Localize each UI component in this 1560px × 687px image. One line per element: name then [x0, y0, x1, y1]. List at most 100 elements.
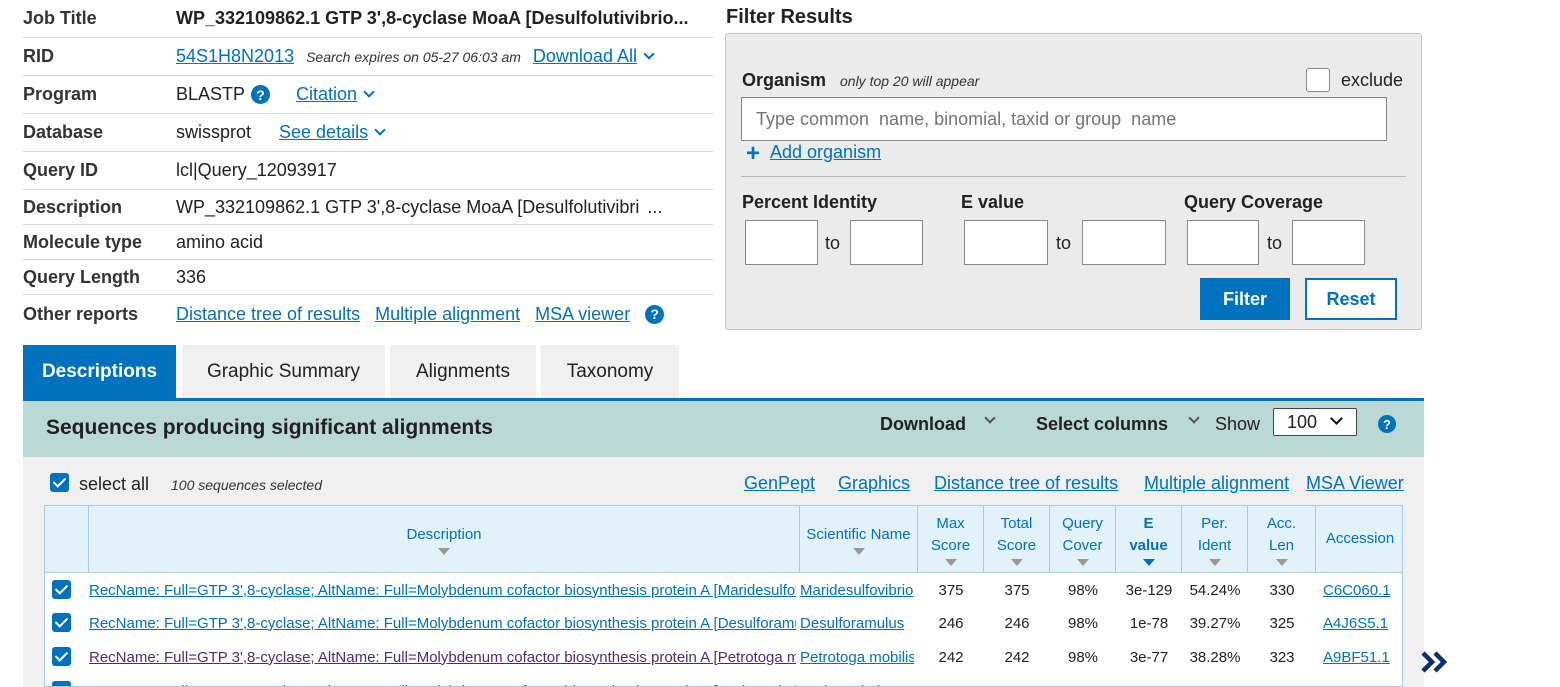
- row-accession-link[interactable]: C6C060.1: [1323, 573, 1402, 607]
- header-max-score-label: Score: [930, 536, 971, 554]
- genpept-link[interactable]: GenPept: [744, 473, 815, 494]
- to-label: to: [1056, 233, 1072, 253]
- row-scientific-name-link[interactable]: Petrotoga mobilis: [800, 640, 914, 674]
- double-chevron-right-icon[interactable]: [1420, 650, 1452, 674]
- add-organism-link[interactable]: Add organism: [770, 142, 881, 163]
- description-more[interactable]: ...: [647, 197, 662, 218]
- header-description[interactable]: Description: [89, 506, 800, 572]
- row-checkbox[interactable]: [52, 580, 71, 599]
- chevron-down-icon[interactable]: [1188, 412, 1200, 424]
- row-description-link[interactable]: RecName: Full=GTP 3',8-cyclase; AltName:…: [89, 674, 796, 687]
- header-acc-len-label: Len: [1268, 536, 1295, 554]
- row-e-value: 7e-76: [1116, 674, 1182, 687]
- query-coverage-to-input[interactable]: [1292, 220, 1365, 265]
- chevron-down-icon[interactable]: [363, 86, 375, 98]
- header-per-ident-label: Per.: [1201, 514, 1228, 532]
- select-all-checkbox[interactable]: [50, 473, 69, 492]
- header-scientific-name[interactable]: Scientific Name: [800, 506, 918, 572]
- chevron-down-icon[interactable]: [374, 124, 386, 136]
- selected-count: 100 sequences selected: [171, 477, 322, 493]
- sort-icon[interactable]: [852, 547, 865, 555]
- sort-icon[interactable]: [944, 558, 957, 566]
- header-per-ident-label: Ident: [1197, 536, 1232, 554]
- header-total-score[interactable]: Total Score: [984, 506, 1050, 572]
- organism-input[interactable]: [741, 97, 1387, 141]
- header-e-value-label: value: [1129, 536, 1168, 554]
- sort-icon[interactable]: [438, 547, 450, 555]
- citation-link[interactable]: Citation: [296, 84, 357, 105]
- row-checkbox[interactable]: [52, 613, 71, 632]
- reset-button[interactable]: Reset: [1305, 278, 1397, 320]
- row-accession-link[interactable]: A9BF51.1: [1323, 640, 1402, 674]
- table-row[interactable]: RecName: Full=GTP 3',8-cyclase; AltName:…: [45, 573, 1402, 607]
- help-icon[interactable]: ?: [645, 304, 665, 324]
- sort-icon[interactable]: [1208, 558, 1221, 566]
- distance-tree-link[interactable]: Distance tree of results: [176, 304, 360, 325]
- results-heading: Sequences producing significant alignmen…: [46, 416, 493, 439]
- help-icon[interactable]: ?: [1378, 415, 1396, 433]
- e-value-to-input[interactable]: [1082, 220, 1166, 265]
- header-per-ident[interactable]: Per. Ident: [1182, 506, 1248, 572]
- row-scientific-name-link[interactable]: Carboxydothermus: [800, 674, 914, 687]
- program-value: BLASTP: [176, 84, 246, 104]
- summary-row-other-reports: Other reports Distance tree of results M…: [23, 295, 713, 333]
- row-scientific-name-link[interactable]: Maridesulfovibrio: [800, 573, 914, 607]
- row-checkbox[interactable]: [52, 647, 71, 666]
- row-accession-link[interactable]: A4J6S5.1: [1323, 606, 1402, 640]
- summary-row-job-title: Job Title WP_332109862.1 GTP 3',8-cyclas…: [23, 0, 713, 38]
- percent-identity-to-input[interactable]: [850, 220, 923, 265]
- tab-graphic-summary[interactable]: Graphic Summary: [182, 345, 385, 399]
- row-acc-len: 323: [1269, 648, 1295, 666]
- graphics-link[interactable]: Graphics: [838, 473, 910, 494]
- row-accession-link[interactable]: Q3ADX8.1: [1323, 674, 1402, 687]
- sort-icon[interactable]: [1275, 558, 1288, 566]
- sort-icon[interactable]: [1142, 558, 1155, 566]
- tab-alignments[interactable]: Alignments: [390, 345, 536, 399]
- header-query-cover[interactable]: Query Cover: [1050, 506, 1116, 572]
- exclude-checkbox[interactable]: [1306, 68, 1330, 92]
- results-table: Description Scientific Name Max Score To…: [44, 505, 1403, 687]
- rid-link[interactable]: 54S1H8N2013: [176, 46, 294, 67]
- sort-icon[interactable]: [1076, 558, 1089, 566]
- header-max-score[interactable]: Max Score: [918, 506, 984, 572]
- distance-tree-link[interactable]: Distance tree of results: [934, 473, 1118, 494]
- row-query-cover: 98%: [1067, 581, 1099, 599]
- chevron-down-icon[interactable]: [984, 412, 996, 424]
- e-value-from-input[interactable]: [964, 220, 1048, 265]
- row-description-link[interactable]: RecName: Full=GTP 3',8-cyclase; AltName:…: [89, 573, 796, 607]
- download-all-link[interactable]: Download All: [533, 46, 637, 67]
- row-scientific-name-link[interactable]: Desulforamulus: [800, 606, 914, 640]
- percent-identity-from-input[interactable]: [745, 220, 818, 265]
- row-description-link[interactable]: RecName: Full=GTP 3',8-cyclase; AltName:…: [89, 640, 796, 674]
- query-coverage-from-input[interactable]: [1187, 220, 1259, 265]
- header-accession[interactable]: Accession: [1316, 506, 1402, 572]
- summary-row-program: Program BLASTP ? Citation: [23, 76, 713, 114]
- show-select[interactable]: 100: [1273, 408, 1357, 436]
- download-dropdown[interactable]: Download: [880, 414, 966, 435]
- plus-icon[interactable]: +: [746, 140, 760, 168]
- multiple-alignment-link[interactable]: Multiple alignment: [375, 304, 520, 325]
- sort-icon[interactable]: [1010, 558, 1023, 566]
- row-description-link[interactable]: RecName: Full=GTP 3',8-cyclase; AltName:…: [89, 606, 796, 640]
- select-columns-dropdown[interactable]: Select columns: [1036, 414, 1168, 435]
- multiple-alignment-link[interactable]: Multiple alignment: [1144, 473, 1289, 494]
- tab-taxonomy[interactable]: Taxonomy: [541, 345, 679, 399]
- tab-descriptions[interactable]: Descriptions: [23, 345, 176, 399]
- header-acc-len[interactable]: Acc. Len: [1248, 506, 1316, 572]
- help-icon[interactable]: ?: [251, 85, 271, 104]
- table-row[interactable]: RecName: Full=GTP 3',8-cyclase; AltName:…: [45, 674, 1402, 687]
- table-row[interactable]: RecName: Full=GTP 3',8-cyclase; AltName:…: [45, 606, 1402, 640]
- query-length-label: Query Length: [23, 266, 141, 287]
- header-query-cover-label: Query: [1062, 514, 1103, 532]
- header-scientific-name-label: Scientific Name: [806, 525, 911, 543]
- header-e-value[interactable]: E value: [1116, 506, 1182, 572]
- msa-viewer-link[interactable]: MSA viewer: [535, 304, 630, 325]
- see-details-link[interactable]: See details: [279, 122, 368, 143]
- row-checkbox[interactable]: [52, 681, 71, 686]
- row-max-score: 242: [938, 648, 964, 666]
- filter-button[interactable]: Filter: [1200, 278, 1290, 320]
- msa-viewer-link[interactable]: MSA Viewer: [1306, 473, 1404, 494]
- chevron-down-icon[interactable]: [643, 48, 655, 60]
- table-row[interactable]: RecName: Full=GTP 3',8-cyclase; AltName:…: [45, 640, 1402, 674]
- e-value-label: E value: [961, 192, 1025, 212]
